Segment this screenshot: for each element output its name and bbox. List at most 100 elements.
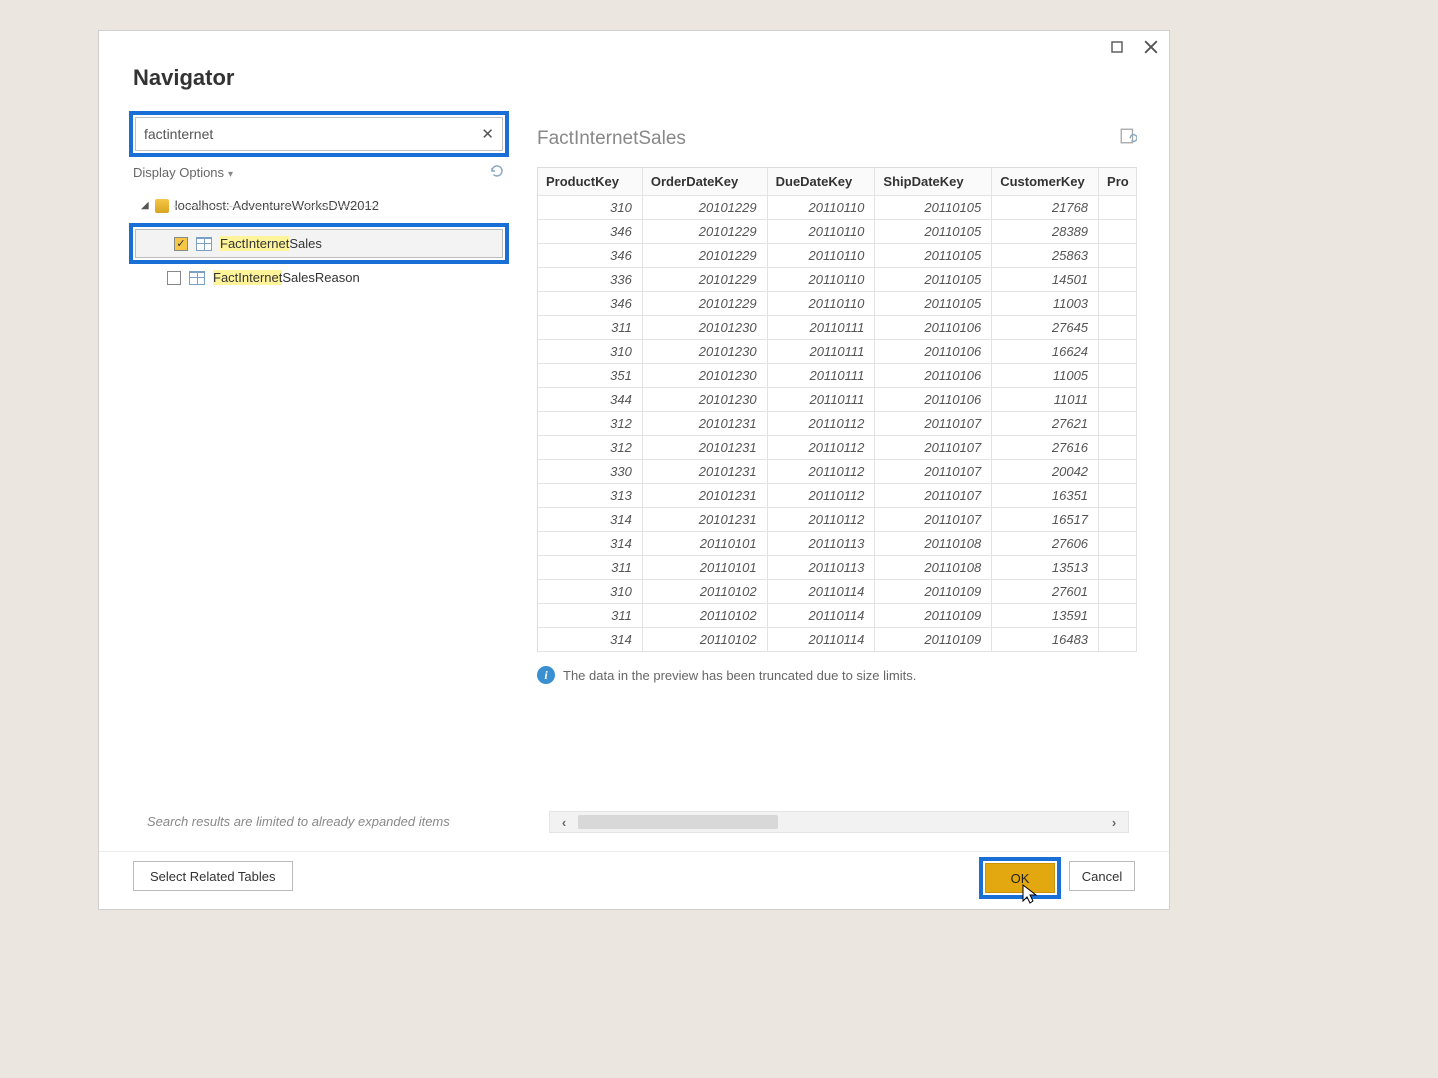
grid-cell bbox=[1099, 532, 1137, 555]
grid-row[interactable]: 34620101229201101102011010525863 bbox=[538, 244, 1137, 268]
grid-cell: 20110102 bbox=[643, 604, 768, 627]
collapse-icon: ◢ bbox=[141, 200, 149, 211]
grid-cell: 20110110 bbox=[768, 220, 876, 243]
horizontal-scrollbar[interactable]: ‹ › bbox=[549, 811, 1129, 833]
grid-cell: 20101230 bbox=[643, 316, 768, 339]
grid-row[interactable]: 31120110101201101132011010813513 bbox=[538, 556, 1137, 580]
column-header[interactable]: ProductKey bbox=[538, 168, 643, 195]
table-row-factinternetsalesreason[interactable]: FactInternetSalesReason bbox=[129, 264, 509, 291]
highlight-search: ✕ bbox=[129, 111, 509, 157]
grid-cell: 20110112 bbox=[768, 412, 876, 435]
chevron-down-icon: ▾ bbox=[228, 169, 233, 180]
scroll-left-icon[interactable]: ‹ bbox=[550, 815, 578, 830]
grid-cell: 28389 bbox=[992, 220, 1099, 243]
grid-cell: 346 bbox=[538, 292, 643, 315]
tree-panel: ✕ Display Options▾ ◢ localhost: Adventur… bbox=[129, 111, 509, 291]
column-header[interactable]: OrderDateKey bbox=[643, 168, 768, 195]
grid-cell: 13591 bbox=[992, 604, 1099, 627]
data-grid: ProductKeyOrderDateKeyDueDateKeyShipDate… bbox=[537, 167, 1137, 652]
grid-cell: 20101229 bbox=[643, 220, 768, 243]
grid-row[interactable]: 31420110102201101142011010916483 bbox=[538, 628, 1137, 652]
close-icon[interactable] bbox=[1143, 39, 1159, 55]
grid-cell: 20110112 bbox=[768, 436, 876, 459]
select-related-tables-button[interactable]: Select Related Tables bbox=[133, 861, 293, 891]
refresh-icon[interactable] bbox=[489, 163, 505, 182]
grid-cell: 20110101 bbox=[643, 556, 768, 579]
grid-cell: 20110105 bbox=[875, 292, 992, 315]
maximize-icon[interactable] bbox=[1109, 39, 1125, 55]
grid-cell: 20110114 bbox=[768, 604, 876, 627]
grid-cell: 20110106 bbox=[875, 364, 992, 387]
column-header[interactable]: ShipDateKey bbox=[875, 168, 992, 195]
grid-cell: 20110108 bbox=[875, 532, 992, 555]
grid-cell: 27601 bbox=[992, 580, 1099, 603]
grid-cell: 20110114 bbox=[768, 580, 876, 603]
grid-cell: 11003 bbox=[992, 292, 1099, 315]
checkbox-icon[interactable]: ✓ bbox=[174, 237, 188, 251]
grid-cell: 346 bbox=[538, 220, 643, 243]
grid-cell: 311 bbox=[538, 604, 643, 627]
grid-cell bbox=[1099, 220, 1137, 243]
grid-cell bbox=[1099, 268, 1137, 291]
titlebar-controls bbox=[1109, 39, 1159, 55]
grid-row[interactable]: 31120110102201101142011010913591 bbox=[538, 604, 1137, 628]
preview-panel: FactInternetSales ProductKeyOrderDateKey… bbox=[537, 127, 1137, 684]
grid-cell: 314 bbox=[538, 532, 643, 555]
grid-row[interactable]: 31020110102201101142011010927601 bbox=[538, 580, 1137, 604]
clear-search-icon[interactable]: ✕ bbox=[481, 125, 494, 143]
database-node[interactable]: ◢ localhost: AdventureWorksDW2012 bbox=[129, 194, 509, 217]
refresh-preview-icon[interactable] bbox=[1119, 127, 1137, 151]
checkbox-icon[interactable] bbox=[167, 271, 181, 285]
ok-button[interactable]: OK bbox=[985, 863, 1055, 893]
dialog-title: Navigator bbox=[133, 65, 234, 91]
grid-cell: 20101231 bbox=[643, 436, 768, 459]
database-label: localhost: AdventureWorksDW2012 bbox=[175, 198, 379, 213]
grid-row[interactable]: 31420101231201101122011010716517 bbox=[538, 508, 1137, 532]
grid-row[interactable]: 33020101231201101122011010720042 bbox=[538, 460, 1137, 484]
grid-cell: 20110105 bbox=[875, 268, 992, 291]
info-row: i The data in the preview has been trunc… bbox=[537, 666, 1137, 684]
grid-cell: 20110101 bbox=[643, 532, 768, 555]
grid-cell: 27645 bbox=[992, 316, 1099, 339]
grid-row[interactable]: 31220101231201101122011010727621 bbox=[538, 412, 1137, 436]
grid-cell bbox=[1099, 412, 1137, 435]
grid-cell: 27616 bbox=[992, 436, 1099, 459]
grid-cell: 20042 bbox=[992, 460, 1099, 483]
table-label: FactInternetSalesReason bbox=[213, 270, 360, 285]
grid-row[interactable]: 33620101229201101102011010514501 bbox=[538, 268, 1137, 292]
grid-cell: 20110109 bbox=[875, 628, 992, 651]
grid-row[interactable]: 34420101230201101112011010611011 bbox=[538, 388, 1137, 412]
grid-cell: 20101229 bbox=[643, 292, 768, 315]
grid-cell: 20101230 bbox=[643, 364, 768, 387]
cancel-button[interactable]: Cancel bbox=[1069, 861, 1135, 891]
grid-cell: 20110113 bbox=[768, 556, 876, 579]
grid-cell bbox=[1099, 484, 1137, 507]
grid-row[interactable]: 31020101230201101112011010616624 bbox=[538, 340, 1137, 364]
navigator-dialog: Navigator ✕ Display Options▾ ◢ localhost… bbox=[98, 30, 1170, 910]
grid-row[interactable]: 31120101230201101112011010627645 bbox=[538, 316, 1137, 340]
scroll-right-icon[interactable]: › bbox=[1100, 815, 1128, 830]
grid-cell: 20110107 bbox=[875, 460, 992, 483]
grid-cell: 20101230 bbox=[643, 340, 768, 363]
grid-cell: 20101229 bbox=[643, 268, 768, 291]
search-input[interactable] bbox=[144, 126, 481, 142]
grid-row[interactable]: 31220101231201101122011010727616 bbox=[538, 436, 1137, 460]
column-header[interactable]: DueDateKey bbox=[768, 168, 876, 195]
grid-row[interactable]: 31320101231201101122011010716351 bbox=[538, 484, 1137, 508]
grid-cell: 20101229 bbox=[643, 244, 768, 267]
search-box[interactable]: ✕ bbox=[135, 117, 503, 151]
grid-row[interactable]: 31420110101201101132011010827606 bbox=[538, 532, 1137, 556]
column-header[interactable]: Pro bbox=[1099, 168, 1137, 195]
display-options[interactable]: Display Options▾ bbox=[129, 163, 509, 182]
grid-cell: 314 bbox=[538, 508, 643, 531]
scroll-thumb[interactable] bbox=[578, 815, 778, 829]
grid-row[interactable]: 35120101230201101112011010611005 bbox=[538, 364, 1137, 388]
grid-row[interactable]: 34620101229201101102011010528389 bbox=[538, 220, 1137, 244]
grid-row[interactable]: 34620101229201101102011010511003 bbox=[538, 292, 1137, 316]
grid-cell: 11011 bbox=[992, 388, 1099, 411]
column-header[interactable]: CustomerKey bbox=[992, 168, 1099, 195]
table-row-factinternetsales[interactable]: ✓ FactInternetSales bbox=[135, 229, 503, 258]
grid-row[interactable]: 31020101229201101102011010521768 bbox=[538, 196, 1137, 220]
grid-cell: 311 bbox=[538, 556, 643, 579]
grid-cell bbox=[1099, 508, 1137, 531]
